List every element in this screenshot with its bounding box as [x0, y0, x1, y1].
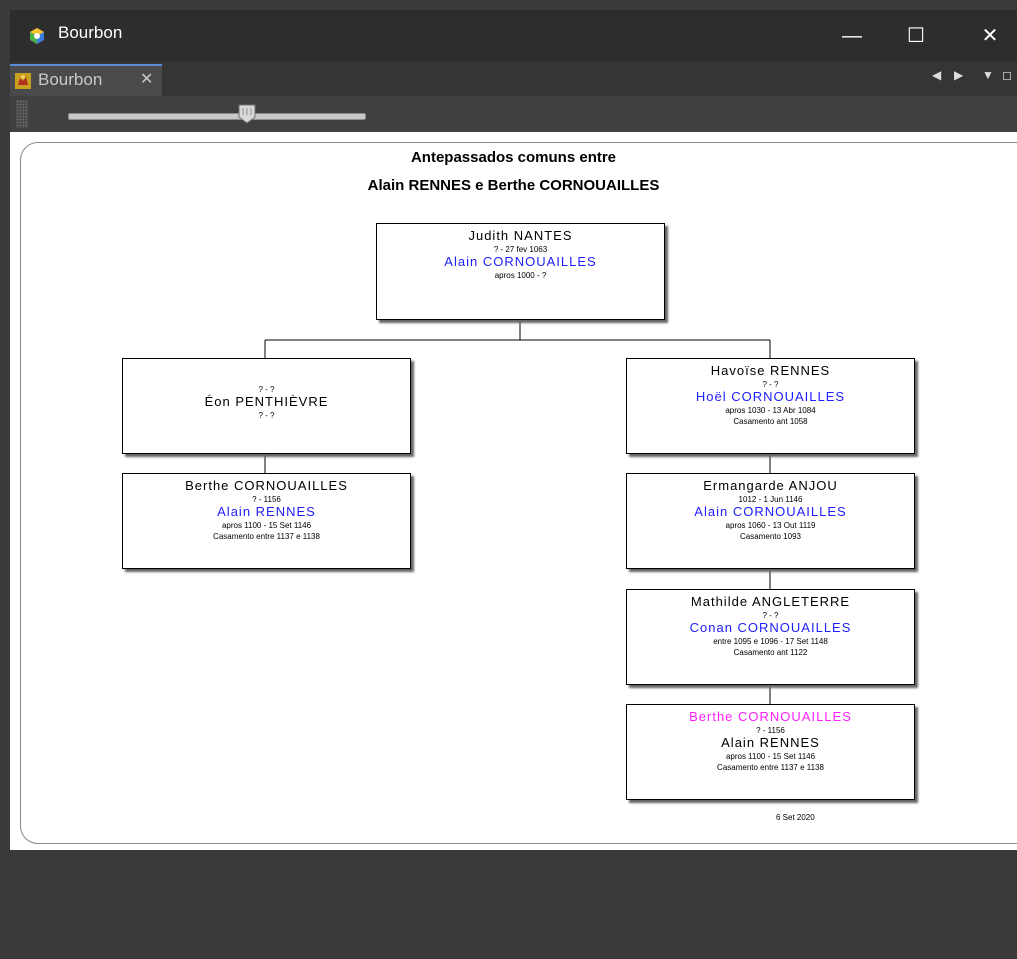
- tab-close-button[interactable]: ✕: [140, 69, 153, 89]
- person-dates: ? - ?: [258, 411, 275, 420]
- chevron-right-icon[interactable]: ▶: [954, 68, 963, 82]
- spouse-name: Conan CORNOUAILLES: [689, 620, 852, 635]
- spouse-name: Alain RENNES: [721, 735, 820, 750]
- person-dates: ? - 1156: [252, 495, 281, 504]
- person-box-right-1[interactable]: Havoïse RENNES ? - ? Hoël CORNOUAILLES a…: [626, 358, 915, 454]
- restore-view-icon[interactable]: ◻: [1002, 68, 1012, 82]
- person-box-root[interactable]: Judith NANTES ? - 27 fev 1063 Alain CORN…: [376, 223, 665, 320]
- spouse-dates: apros 1000 - ?: [494, 271, 547, 280]
- person-name: Havoïse RENNES: [710, 363, 831, 378]
- window-title: Bourbon: [58, 23, 123, 42]
- person-dates: ? - ?: [762, 611, 779, 620]
- person-name: Berthe CORNOUAILLES: [185, 478, 348, 493]
- maximize-button[interactable]: ☐: [896, 20, 936, 52]
- marriage-info: Casamento ant 1122: [733, 648, 808, 657]
- person-dates: 1012 - 1 Jun 1146: [738, 495, 803, 504]
- person-box-right-3[interactable]: Mathilde ANGLETERRE ? - ? Conan CORNOUAI…: [626, 589, 915, 685]
- marriage-info: Casamento entre 1137 e 1138: [213, 532, 320, 541]
- view-menu-icon[interactable]: ▼: [982, 68, 994, 82]
- spouse-dates: apros 1030 - 13 Abr 1084: [725, 406, 816, 415]
- empty-panel-area: [10, 850, 1017, 959]
- toolbar: [10, 96, 1017, 132]
- app-logo-icon: [30, 28, 44, 44]
- chevron-left-icon[interactable]: ◀: [932, 68, 941, 82]
- marriage-info: Casamento 1093: [740, 532, 801, 541]
- person-name: Éon PENTHIÈVRE: [204, 394, 329, 409]
- person-name: Judith NANTES: [468, 228, 573, 243]
- person-box-left-1[interactable]: ? - ? Éon PENTHIÈVRE ? - ?: [122, 358, 411, 454]
- lion-crest-icon: [15, 73, 31, 89]
- tab-label: Bourbon: [38, 70, 103, 89]
- person-box-right-4[interactable]: Berthe CORNOUAILLES ? - 1156 Alain RENNE…: [626, 704, 915, 800]
- person-dates: ? - 27 fev 1063: [493, 245, 548, 254]
- spouse-dates: apros 1100 - 15 Set 1146: [221, 521, 312, 530]
- person-pre-dates: ? - ?: [258, 385, 275, 394]
- person-name-highlighted: Berthe CORNOUAILLES: [689, 709, 852, 724]
- tab-bourbon[interactable]: Bourbon ✕: [10, 64, 162, 96]
- person-name: Ermangarde ANJOU: [703, 478, 838, 493]
- chart-footer-date: 6 Set 2020: [776, 813, 815, 822]
- marriage-info: Casamento ant 1058: [733, 417, 808, 426]
- marriage-info: Casamento entre 1137 e 1138: [717, 763, 824, 772]
- person-dates: ? - 1156: [756, 726, 785, 735]
- tab-bar: Bourbon ✕ ◀ ▶ ▼ ◻: [10, 62, 1017, 96]
- toolbar-grip[interactable]: [16, 100, 28, 128]
- spouse-name: Alain CORNOUAILLES: [694, 504, 847, 519]
- window-title-bar: Bourbon — ☐ ✕: [10, 10, 1017, 62]
- person-name: Mathilde ANGLETERRE: [690, 594, 851, 609]
- person-box-right-2[interactable]: Ermangarde ANJOU 1012 - 1 Jun 1146 Alain…: [626, 473, 915, 569]
- spouse-name: Alain RENNES: [217, 504, 316, 519]
- spouse-name: Alain CORNOUAILLES: [444, 254, 597, 269]
- spouse-name: Hoël CORNOUAILLES: [695, 389, 846, 404]
- spouse-dates: apros 1100 - 15 Set 1146: [725, 752, 816, 761]
- ancestry-chart-canvas: Antepassados comuns entre Alain RENNES e…: [10, 132, 1017, 850]
- person-box-left-2[interactable]: Berthe CORNOUAILLES ? - 1156 Alain RENNE…: [122, 473, 411, 569]
- zoom-slider-thumb[interactable]: [238, 104, 256, 124]
- person-dates: ? - ?: [762, 380, 779, 389]
- zoom-slider[interactable]: [68, 113, 366, 120]
- close-button[interactable]: ✕: [970, 20, 1010, 52]
- spouse-dates: apros 1060 - 13 Out 1119: [725, 521, 816, 530]
- minimize-button[interactable]: —: [832, 20, 872, 52]
- spouse-dates: entre 1095 e 1096 - 17 Set 1148: [713, 637, 828, 646]
